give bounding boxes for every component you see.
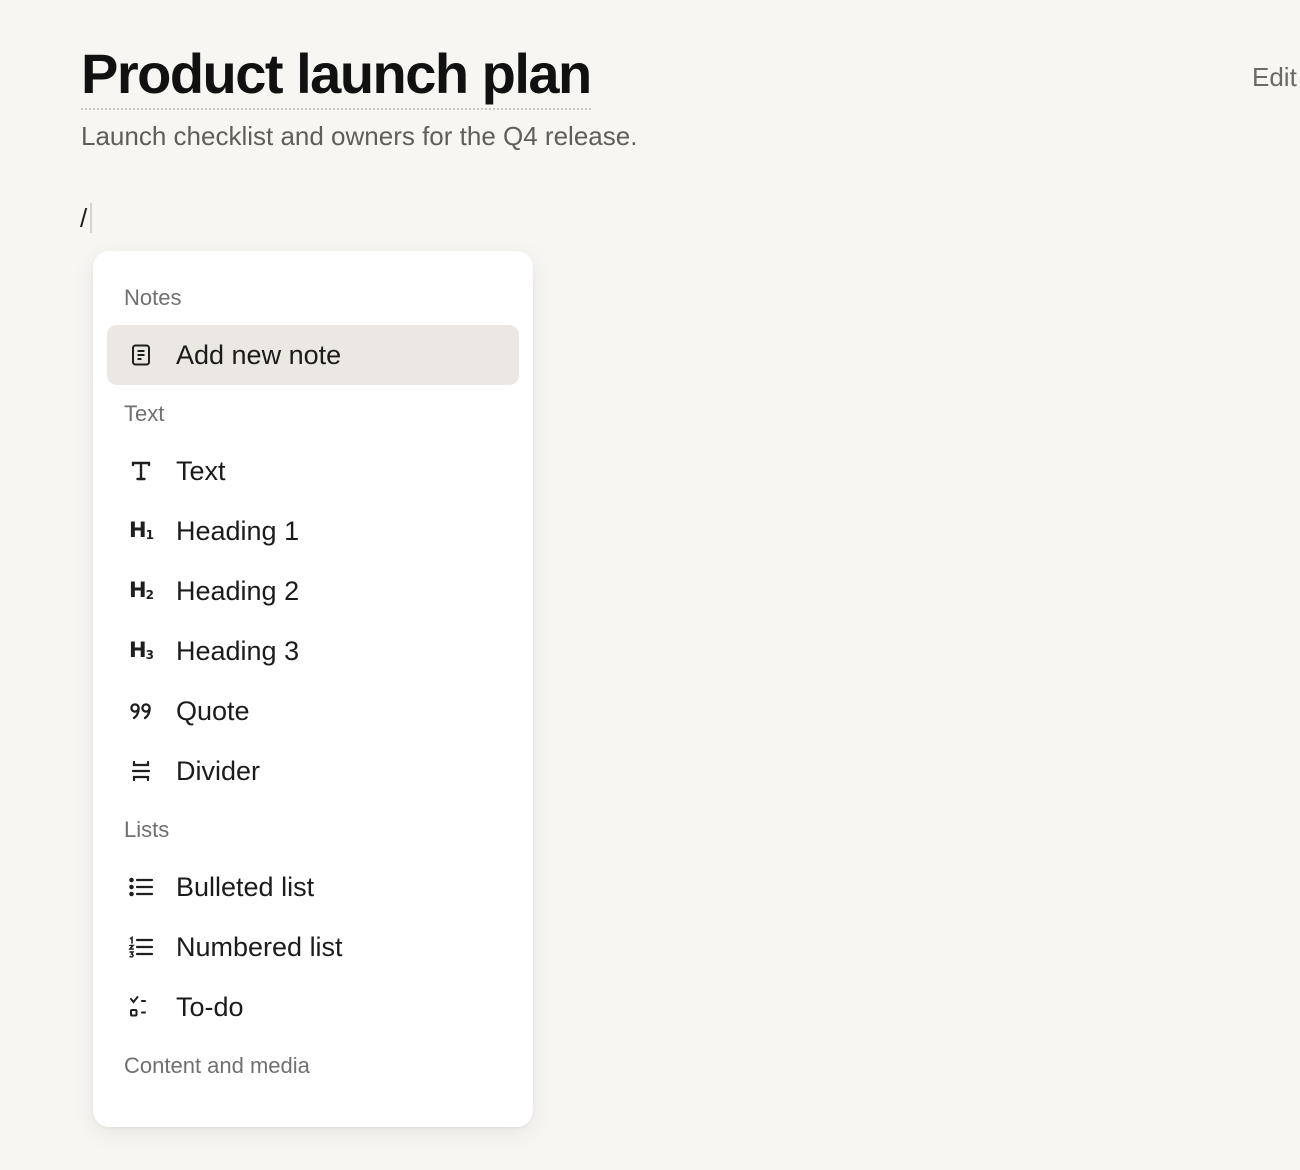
menu-item-heading-2[interactable]: H2 Heading 2 bbox=[107, 561, 519, 621]
menu-item-label: To-do bbox=[176, 991, 244, 1022]
editor-input-line[interactable]: / bbox=[80, 200, 93, 236]
numbered-list-icon bbox=[127, 933, 155, 961]
heading-2-icon: H2 bbox=[129, 577, 154, 602]
section-label-content-and-media: Content and media bbox=[124, 1053, 310, 1078]
menu-item-label: Heading 3 bbox=[176, 635, 300, 666]
menu-item-numbered-list[interactable]: Numbered list bbox=[107, 917, 519, 977]
slash-command-menu: Notes Add new note Text Text H1 Heading … bbox=[93, 251, 533, 1127]
edit-button[interactable]: Edit bbox=[1252, 62, 1297, 93]
page-title[interactable]: Product launch plan bbox=[81, 40, 592, 110]
menu-item-label: Divider bbox=[176, 755, 261, 786]
menu-item-heading-3[interactable]: H3 Heading 3 bbox=[107, 621, 519, 681]
slash-command-text: / bbox=[80, 203, 88, 233]
menu-item-quote[interactable]: Quote bbox=[107, 681, 519, 741]
menu-item-label: Quote bbox=[176, 695, 250, 726]
bulleted-list-icon bbox=[127, 873, 155, 901]
section-label-notes: Notes bbox=[124, 285, 182, 310]
divider-icon bbox=[127, 757, 155, 785]
heading-1-icon: H1 bbox=[129, 517, 154, 542]
todo-icon bbox=[127, 993, 155, 1021]
menu-item-heading-1[interactable]: H1 Heading 1 bbox=[107, 501, 519, 561]
menu-item-label: Heading 1 bbox=[176, 515, 300, 546]
note-icon bbox=[127, 341, 155, 369]
menu-item-divider[interactable]: Divider bbox=[107, 741, 519, 801]
heading-3-icon: H3 bbox=[129, 637, 154, 662]
section-label-lists: Lists bbox=[124, 817, 170, 842]
menu-item-add-new-note[interactable]: Add new note bbox=[107, 325, 519, 385]
editor-page: Product launch plan Edit Launch checklis… bbox=[0, 0, 1300, 1170]
menu-item-label: Heading 2 bbox=[176, 575, 300, 606]
menu-item-label: Bulleted list bbox=[176, 871, 315, 902]
menu-item-text[interactable]: Text bbox=[107, 441, 519, 501]
menu-item-bulleted-list[interactable]: Bulleted list bbox=[107, 857, 519, 917]
menu-item-label: Numbered list bbox=[176, 931, 343, 962]
page-subtitle[interactable]: Launch checklist and owners for the Q4 r… bbox=[81, 119, 637, 153]
menu-item-label: Add new note bbox=[176, 339, 342, 370]
menu-item-label: Text bbox=[176, 455, 226, 486]
section-label-text: Text bbox=[124, 401, 165, 426]
text-caret bbox=[90, 203, 93, 233]
quote-icon bbox=[127, 697, 155, 725]
menu-item-to-do[interactable]: To-do bbox=[107, 977, 519, 1037]
text-icon bbox=[127, 457, 155, 485]
